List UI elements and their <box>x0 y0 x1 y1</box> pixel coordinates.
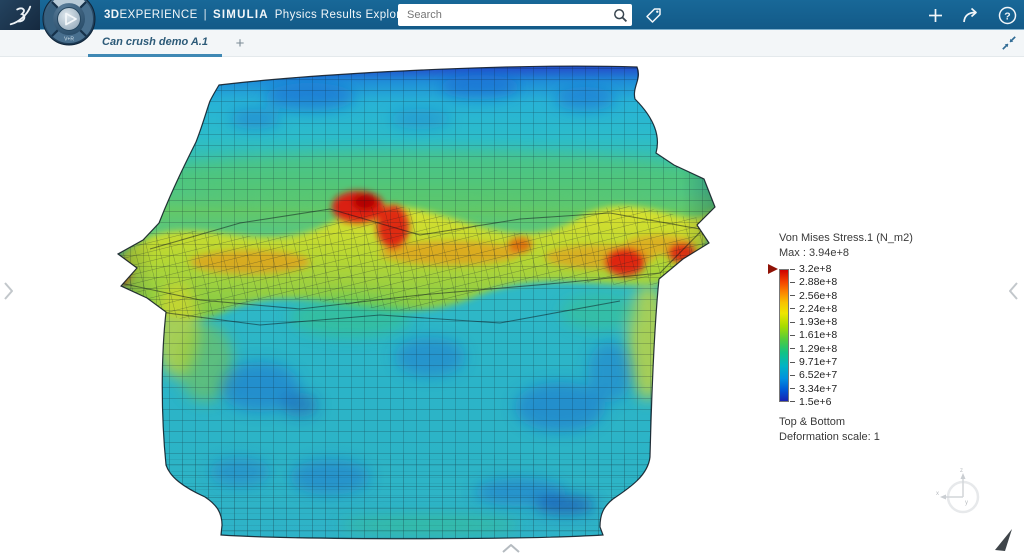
help-icon: ? <box>998 6 1017 25</box>
resize-corner-icon <box>992 527 1016 553</box>
top-bar: V+R 3DEXPERIENCE | SIMULIA Physics Resul… <box>0 0 1024 30</box>
tick-dash <box>790 335 795 336</box>
tick-dash <box>790 401 795 402</box>
plus-icon <box>927 7 944 24</box>
tick-dash <box>790 308 795 309</box>
tick-dash <box>790 295 795 296</box>
compass-version-label: V+R <box>64 37 74 43</box>
tag-button[interactable] <box>642 5 664 27</box>
axis-left-arrow <box>940 495 946 500</box>
3ds-logo-icon <box>5 2 35 28</box>
help-button[interactable]: ? <box>996 4 1018 26</box>
tab-can-crush-demo[interactable]: Can crush demo A.1 <box>88 30 222 57</box>
svg-text:?: ? <box>1004 10 1010 22</box>
search-input[interactable] <box>398 9 608 21</box>
tick-dash <box>790 375 795 376</box>
product-name: SIMULIA <box>213 9 269 21</box>
share-icon <box>961 6 981 24</box>
brand-experience: EXPERIENCE <box>120 9 198 21</box>
chevron-left-icon <box>1006 281 1020 301</box>
expand-right-panel-button[interactable] <box>1006 281 1020 306</box>
tab-label: Can crush demo A.1 <box>88 30 222 48</box>
stress-legend: Von Mises Stress.1 (N_m2) Max : 3.94e+8 … <box>779 232 939 443</box>
tick-dash <box>790 269 795 270</box>
axis-left-label: x <box>936 491 939 497</box>
legend-render-mode: Top & Bottom <box>779 416 939 428</box>
axis-origin-label: y <box>965 500 968 506</box>
add-tab-button[interactable]: + <box>230 33 250 53</box>
title-separator: | <box>204 9 207 21</box>
legend-ticks: 3.2e+8 2.88e+8 2.56e+8 2.24e+8 <box>790 269 837 402</box>
results-canvas: Von Mises Stress.1 (N_m2) Max : 3.94e+8 … <box>0 57 1024 559</box>
search-box <box>398 4 632 26</box>
legend-deformation-scale: Deformation scale: 1 <box>779 431 939 443</box>
share-button[interactable] <box>960 4 982 26</box>
tag-icon <box>643 5 664 26</box>
collapse-icon <box>1000 34 1018 52</box>
collapse-panel-button[interactable] <box>1000 34 1018 52</box>
can-stress-contours <box>110 57 725 552</box>
search-icon <box>613 8 628 23</box>
brand-3d: 3D <box>104 9 120 21</box>
tick-dash <box>790 282 795 283</box>
legend-colorbar <box>779 269 789 402</box>
expand-bottom-panel-button[interactable] <box>500 542 522 560</box>
legend-title: Von Mises Stress.1 (N_m2) <box>779 232 939 244</box>
legend-max-value: Max : 3.94e+8 <box>779 247 939 259</box>
app-title: 3DEXPERIENCE | SIMULIA Physics Results E… <box>104 0 412 30</box>
chevron-right-icon <box>2 281 16 301</box>
tick-dash <box>790 348 795 349</box>
compass-play-disk <box>58 8 81 31</box>
topbar-actions: ? <box>924 0 1018 30</box>
tick-dash <box>790 362 795 363</box>
legend-colorbar-row: 3.2e+8 2.88e+8 2.56e+8 2.24e+8 <box>779 269 939 402</box>
3dexperience-compass[interactable]: V+R <box>42 0 96 46</box>
max-marker-icon <box>768 264 778 274</box>
search-button[interactable] <box>608 4 632 26</box>
app-name: Physics Results Explorer <box>275 9 412 21</box>
tab-strip: Can crush demo A.1 + <box>0 30 1024 57</box>
tick-dash <box>790 322 795 323</box>
expand-left-panel-button[interactable] <box>2 281 16 306</box>
viewport-resize-handle[interactable] <box>992 527 1016 558</box>
chevron-up-icon <box>500 542 522 555</box>
add-button[interactable] <box>924 4 946 26</box>
axis-up-label: z <box>960 468 963 474</box>
tab-active-underline <box>88 54 222 57</box>
tick-dash <box>790 388 795 389</box>
3ds-logo <box>0 0 40 30</box>
view-axis-triad[interactable]: z x y <box>936 467 990 524</box>
